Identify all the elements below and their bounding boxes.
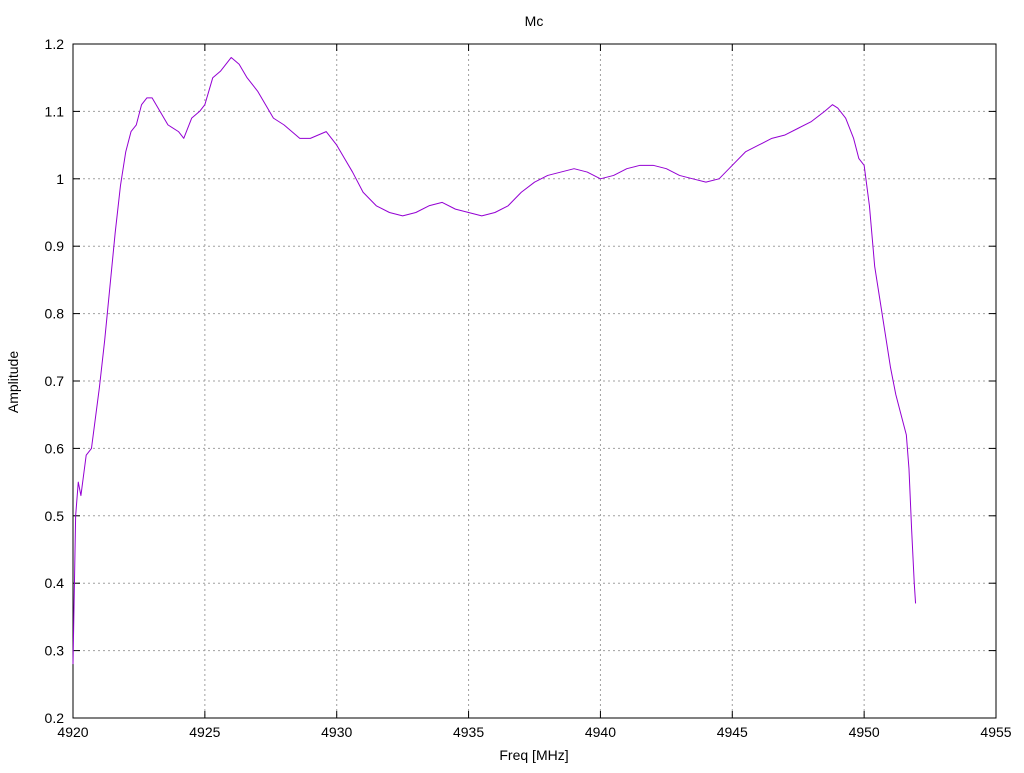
grid-layer [73,44,996,718]
x-tick-label: 4925 [189,724,220,740]
y-tick-label: 0.3 [45,643,65,659]
y-tick-label: 1 [56,171,64,187]
chart-title: Mc [525,13,544,29]
x-tick-label: 4950 [849,724,880,740]
x-tick-label: 4955 [980,724,1011,740]
y-tick-label: 0.7 [45,373,65,389]
series-line [72,56,917,665]
x-tick-label: 4920 [57,724,88,740]
x-axis-label: Freq [MHz] [499,747,568,763]
x-tick-label: 4935 [453,724,484,740]
x-tick-label: 4945 [717,724,748,740]
chart-container: 4920 4925 4930 4935 4940 4945 4950 4955 0.2 0.3 0.… [0,0,1024,768]
y-tick-label: 1.1 [45,103,65,119]
y-tick-label: 0.4 [45,575,65,591]
y-axis-label: Amplitude [5,351,21,413]
x-tick-label: 4940 [585,724,616,740]
y-tick-label: 1.2 [45,36,65,52]
series-layer [72,56,917,665]
tick-layer: 4920 4925 4930 4935 4940 4945 4950 4955 0.2 0.3 0.… [45,36,1012,740]
y-tick-label: 0.8 [45,306,65,322]
y-tick-label: 0.9 [45,238,65,254]
y-tick-label: 0.2 [45,710,65,726]
y-tick-label: 0.5 [45,508,65,524]
y-tick-label: 0.6 [45,440,65,456]
line-chart: 4920 4925 4930 4935 4940 4945 4950 4955 0.2 0.3 0.… [5,13,1012,763]
x-tick-label: 4930 [321,724,352,740]
